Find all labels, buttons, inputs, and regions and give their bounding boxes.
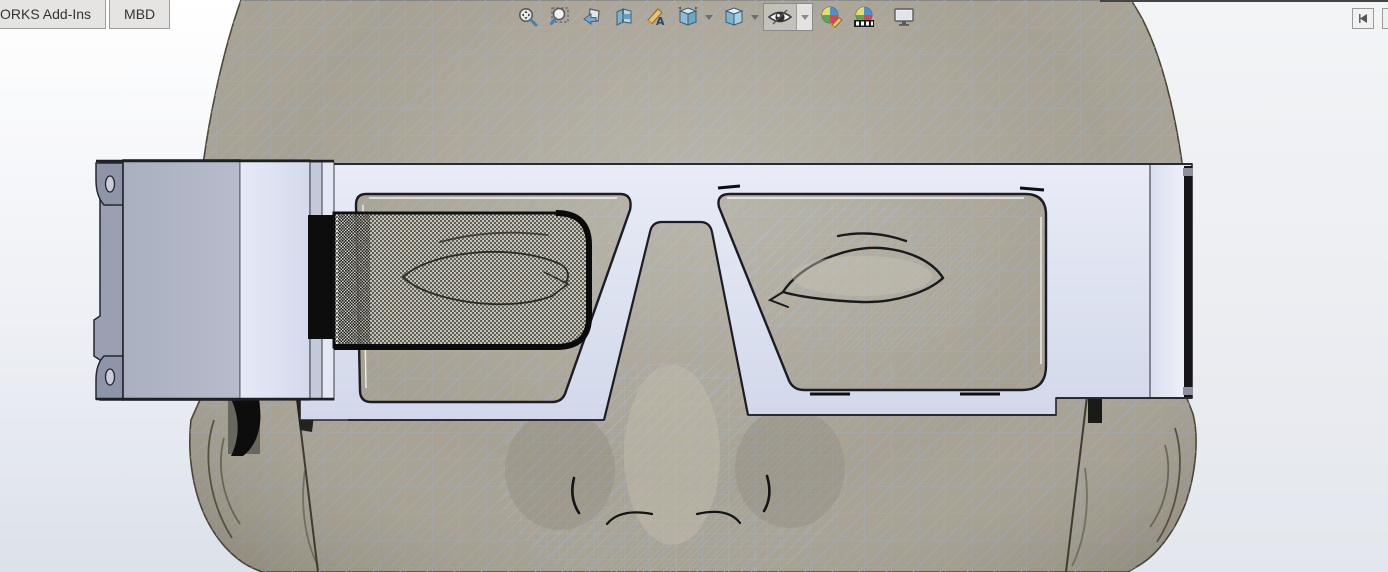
tab-mbd-label: MBD <box>124 6 156 22</box>
zoom-to-area-icon[interactable] <box>547 4 573 30</box>
view-orientation-icon[interactable] <box>675 4 701 30</box>
edit-appearance-icon[interactable] <box>819 4 845 30</box>
annotation-view-icon[interactable]: A <box>643 4 669 30</box>
graphics-area[interactable] <box>0 0 1388 572</box>
hide-show-items-dropdown[interactable] <box>796 4 812 30</box>
heads-up-view-toolbar: A <box>512 2 920 32</box>
view-orientation-dropdown[interactable] <box>704 4 714 30</box>
apply-scene-icon[interactable] <box>851 4 877 30</box>
view-settings-icon[interactable] <box>891 4 917 30</box>
hide-show-items-group <box>763 3 813 31</box>
screw-hole-bottom <box>104 368 116 386</box>
tab-solidworks-add-ins-label: ORKS Add-Ins <box>0 6 92 22</box>
task-pane-top-border <box>1100 0 1388 2</box>
display-style-dropdown[interactable] <box>750 4 760 30</box>
left-arrow-icon <box>1359 14 1367 23</box>
commandmanager-tab-strip: ORKS Add-Ins MBD <box>0 0 171 29</box>
section-view-icon[interactable] <box>611 4 637 30</box>
display-style-icon[interactable] <box>721 4 747 30</box>
temple-arm-behind-right-ear <box>1088 397 1102 423</box>
zoom-to-fit-icon[interactable] <box>515 4 541 30</box>
svg-text:A: A <box>656 15 665 28</box>
task-pane-edge-button[interactable] <box>1382 8 1388 29</box>
left-housing-box[interactable] <box>93 159 335 401</box>
display-panel[interactable] <box>308 210 592 350</box>
tab-mbd[interactable]: MBD <box>109 0 171 29</box>
hide-show-items-icon[interactable] <box>764 7 796 27</box>
solidworks-window: ORKS Add-Ins MBD A <box>0 0 1388 572</box>
tab-solidworks-add-ins[interactable]: ORKS Add-Ins <box>0 0 107 29</box>
screw-hole-top <box>104 175 116 193</box>
collapse-task-pane-button[interactable] <box>1352 8 1374 29</box>
right-temple-end <box>1149 165 1193 397</box>
previous-view-icon[interactable] <box>579 4 605 30</box>
